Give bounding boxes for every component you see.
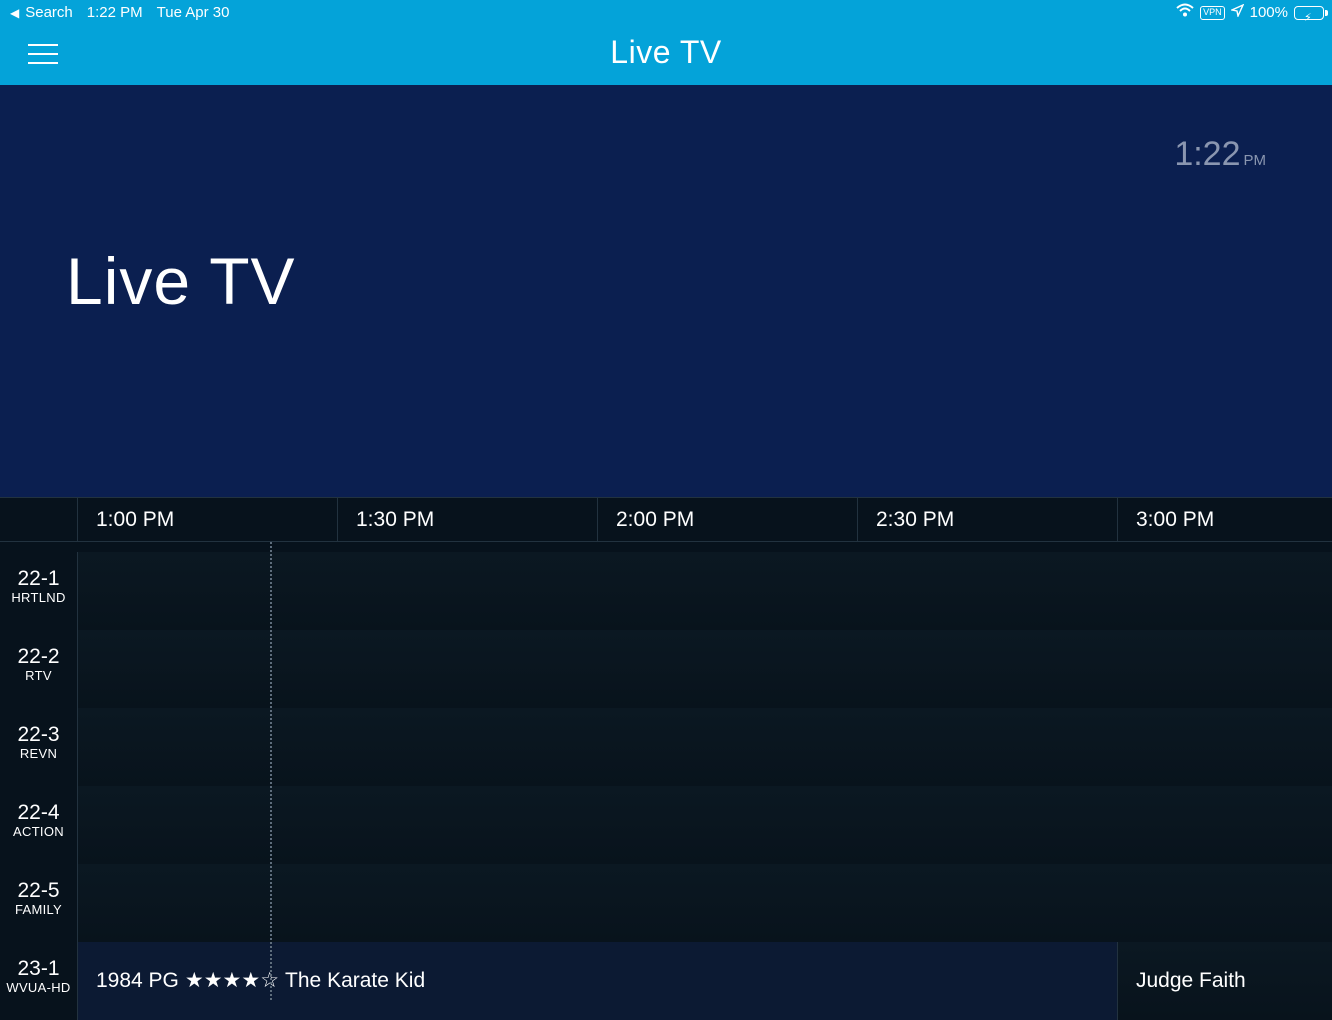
- channel-cell[interactable]: 22-3 REVN: [0, 708, 78, 786]
- location-arrow-icon: [1229, 0, 1245, 26]
- channel-callsign: RTV: [25, 668, 52, 683]
- channel-cell[interactable]: 23-1 WVUA-HD: [0, 942, 78, 1020]
- status-time: 1:22 PM: [86, 4, 143, 21]
- clock-ampm: PM: [1243, 152, 1267, 169]
- time-slot: 1:30 PM: [338, 498, 598, 543]
- time-header: 1:00 PM 1:30 PM 2:00 PM 2:30 PM 3:00 PM: [0, 497, 1332, 543]
- channel-cell[interactable]: 22-5 FAMILY: [0, 864, 78, 942]
- program-the-karate-kid[interactable]: 1984 PG ★★★★☆ The Karate Kid: [78, 942, 1118, 1020]
- nav-bar: Live TV: [0, 26, 1332, 85]
- vpn-badge: VPN: [1200, 6, 1225, 20]
- header-spacer: [0, 542, 1332, 552]
- status-date: Tue Apr 30: [156, 4, 230, 21]
- time-slot: 2:30 PM: [858, 498, 1118, 543]
- status-right: VPN 100% ⚡: [1170, 0, 1328, 26]
- channel-row[interactable]: 22-4 ACTION: [0, 786, 1332, 864]
- program-area[interactable]: [78, 864, 1332, 942]
- channel-number: 22-3: [17, 723, 60, 746]
- program-area[interactable]: [78, 708, 1332, 786]
- hero-banner: 1:22 PM Live TV: [0, 85, 1332, 497]
- wifi-icon: [1176, 0, 1194, 26]
- time-header-corner: [0, 498, 78, 543]
- current-time-indicator: [270, 542, 272, 1000]
- status-bar: ◀ Search 1:22 PM Tue Apr 30 VPN 100% ⚡: [0, 0, 1332, 26]
- time-slot: 3:00 PM: [1136, 508, 1215, 531]
- program-judge-faith[interactable]: Judge Faith: [1118, 942, 1332, 1020]
- channel-row[interactable]: 22-5 FAMILY: [0, 864, 1332, 942]
- channel-cell[interactable]: 22-4 ACTION: [0, 786, 78, 864]
- channel-cell[interactable]: 22-2 RTV: [0, 630, 78, 708]
- battery-icon: ⚡: [1294, 6, 1328, 24]
- channel-row[interactable]: 22-2 RTV: [0, 630, 1332, 708]
- program-area: 1984 PG ★★★★☆ The Karate Kid Judge Faith: [78, 942, 1332, 1020]
- back-to-search-link[interactable]: Search: [25, 0, 73, 26]
- time-slot: 2:00 PM: [598, 498, 858, 543]
- channel-number: 22-2: [17, 645, 60, 668]
- channel-row[interactable]: 22-1 HRTLND: [0, 552, 1332, 630]
- top-bar: ◀ Search 1:22 PM Tue Apr 30 VPN 100% ⚡ L…: [0, 0, 1332, 85]
- program-year-rating: 1984 PG: [96, 969, 179, 992]
- channel-number: 22-1: [17, 567, 60, 590]
- program-area[interactable]: [78, 630, 1332, 708]
- channel-callsign: FAMILY: [14, 902, 63, 917]
- channel-number: 23-1: [17, 957, 60, 980]
- channel-callsign: ACTION: [13, 824, 64, 839]
- channel-row[interactable]: 23-1 WVUA-HD 1984 PG ★★★★☆ The Karate Kid …: [0, 942, 1332, 1020]
- program-title: Judge Faith: [1136, 969, 1246, 992]
- star-rating-icon: ★★★★☆: [184, 969, 280, 992]
- channel-row[interactable]: 22-3 REVN: [0, 708, 1332, 786]
- program-area[interactable]: [78, 552, 1332, 630]
- program-title: The Karate Kid: [285, 969, 426, 992]
- clock-time: 1:22: [1174, 135, 1241, 173]
- channel-callsign: WVUA-HD: [6, 980, 71, 995]
- channel-cell[interactable]: 22-1 HRTLND: [0, 552, 78, 630]
- channel-callsign: HRTLND: [11, 590, 66, 605]
- program-area[interactable]: [78, 786, 1332, 864]
- status-left: ◀ Search 1:22 PM Tue Apr 30: [10, 0, 229, 26]
- back-arrow-icon[interactable]: ◀: [10, 0, 19, 26]
- channel-number: 22-4: [17, 801, 60, 824]
- battery-percent: 100%: [1249, 4, 1288, 21]
- hero-title: Live TV: [66, 244, 296, 318]
- channel-callsign: REVN: [19, 746, 58, 761]
- hero-clock: 1:22 PM: [1174, 135, 1266, 174]
- tv-guide-grid: 1:00 PM 1:30 PM 2:00 PM 2:30 PM 3:00 PM …: [0, 497, 1332, 1020]
- nav-title: Live TV: [610, 34, 722, 70]
- channel-number: 22-5: [17, 879, 60, 902]
- time-slot: 1:00 PM: [78, 498, 338, 543]
